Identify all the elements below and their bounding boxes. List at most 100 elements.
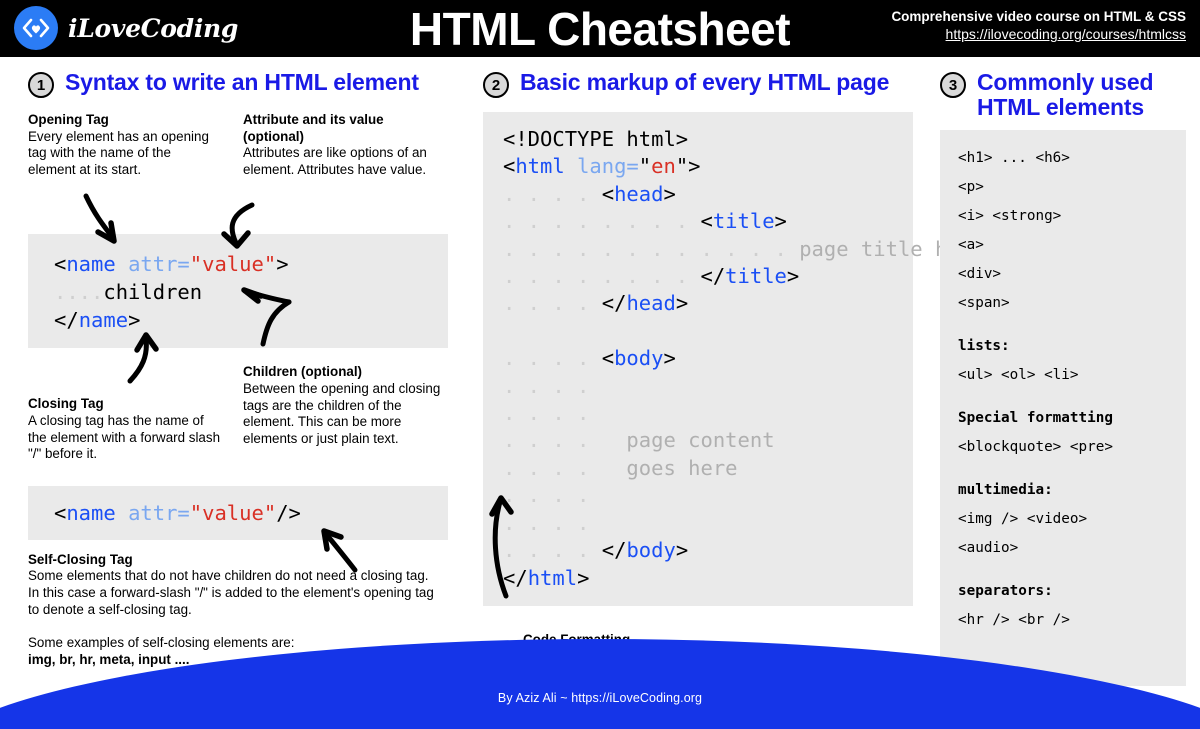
tag-name: name xyxy=(78,308,129,333)
note-heading: Closing Tag xyxy=(28,396,104,412)
note-opening-tag: Opening Tag Every element has an opening… xyxy=(28,112,221,178)
indent-dots: . . . . . . . . xyxy=(503,209,701,234)
indent-dots: . . . . . . . . xyxy=(503,264,701,289)
section-number-badge: 3 xyxy=(940,72,966,98)
promo-link[interactable]: https://ilovecoding.org/courses/htmlcss xyxy=(891,25,1186,44)
code-text: > xyxy=(577,565,590,590)
code-line: . . . . <head> xyxy=(503,182,676,206)
code-text: < xyxy=(503,154,516,179)
element-entry: <a> xyxy=(958,237,984,253)
indent-dots: . . . . xyxy=(503,455,602,480)
section-1-header: 1 Syntax to write an HTML element xyxy=(28,70,448,98)
element-entry: multimedia: xyxy=(958,482,1053,498)
tag-name: name xyxy=(66,500,116,525)
element-entry: <p> xyxy=(958,179,984,195)
angle-open: < xyxy=(54,252,67,277)
cheatsheet-page: iLoveCoding HTML Cheatsheet Comprehensiv… xyxy=(0,0,1200,729)
indent-dots: . . . . xyxy=(503,538,602,563)
code-block-self-closing: <name attr="value"/> xyxy=(28,485,448,540)
section-1-title: Syntax to write an HTML element xyxy=(65,69,419,95)
quote-open: " xyxy=(189,252,203,277)
section-1-bottom-notes: Closing Tag A closing tag has the name o… xyxy=(28,364,448,462)
code-line: <name attr="value"/> xyxy=(54,501,301,525)
indent-dots: . . . . xyxy=(503,428,602,453)
note-heading: Attribute and its value (optional) xyxy=(243,112,384,144)
quote-close: " xyxy=(263,252,277,277)
tag-name: title xyxy=(725,264,787,289)
quote-close: " xyxy=(263,500,277,525)
element-entry: Special formatting xyxy=(958,410,1113,426)
element-entry: separators: xyxy=(958,583,1053,599)
code-text: > xyxy=(675,291,689,316)
page-header: iLoveCoding HTML Cheatsheet Comprehensiv… xyxy=(0,0,1200,57)
code-block-element-syntax: <name attr="value"> ....children </name> xyxy=(28,234,448,349)
code-text: </ xyxy=(700,264,726,289)
code-text: < xyxy=(700,209,713,234)
indent-dots: . . . . . . . . . . . . xyxy=(503,236,800,261)
indent-dots: .... xyxy=(54,280,104,305)
section-1-top-notes: Opening Tag Every element has an opening… xyxy=(28,112,448,178)
attribute-value: en xyxy=(651,154,676,179)
quote-open: " xyxy=(189,500,203,525)
element-entry: <img /> <video> xyxy=(958,511,1088,527)
note-body: Attributes are like options of an elemen… xyxy=(243,145,427,177)
section-number-badge: 1 xyxy=(28,72,54,98)
note-children: Children (optional) Between the opening … xyxy=(243,364,448,462)
code-text: </ xyxy=(503,565,528,590)
attribute-name: attr= xyxy=(128,500,190,525)
code-line: . . . . . . . . </title> xyxy=(503,264,799,288)
code-line: . . . . xyxy=(503,374,602,398)
code-line: </name> xyxy=(54,308,140,332)
code-text: < xyxy=(601,181,615,206)
code-line: . . . . . . . . . . . . page title here xyxy=(503,237,984,261)
note-heading: Children (optional) xyxy=(243,364,363,380)
section-2-title: Basic markup of every HTML page xyxy=(520,69,890,95)
code-text: > xyxy=(774,209,787,234)
indent-dots: . . . . xyxy=(503,346,602,371)
code-text: > xyxy=(675,538,689,563)
code-line: . . . . <body> xyxy=(503,346,676,370)
indent-dots: . . . . xyxy=(503,510,602,535)
angle-open: < xyxy=(54,500,67,525)
code-block-page-skeleton: <!DOCTYPE html> <html lang="en"> . . . .… xyxy=(483,112,984,606)
section-2: 2 Basic markup of every HTML page <!DOCT… xyxy=(483,70,984,698)
attribute-value: value xyxy=(202,500,264,525)
tag-name: head xyxy=(614,181,664,206)
note-body: Between the opening and closing tags are… xyxy=(243,380,441,446)
code-text: " xyxy=(675,154,689,179)
section-2-header: 2 Basic markup of every HTML page xyxy=(483,70,913,98)
indent-dots: . . . . xyxy=(503,483,602,508)
note-body: A closing tag has the name of the elemen… xyxy=(28,412,221,462)
tag-name: html xyxy=(515,154,565,179)
note-heading: Self-Closing Tag xyxy=(28,551,133,567)
section-3-title: Commonly used HTML elements xyxy=(977,69,1154,120)
code-line: . . . . xyxy=(503,401,602,425)
tag-name: head xyxy=(626,291,676,316)
code-line: . . . . xyxy=(503,511,602,535)
code-line: <!DOCTYPE html> xyxy=(503,127,688,151)
code-line: . . . . page content xyxy=(503,428,775,452)
placeholder-text: page content xyxy=(601,428,775,453)
element-entry: <blockquote> <pre> xyxy=(958,439,1113,455)
section-1: 1 Syntax to write an HTML element Openin… xyxy=(28,70,448,668)
element-entry: <audio> xyxy=(958,540,1019,556)
angle-close: > xyxy=(128,308,141,333)
angle-close: > xyxy=(276,252,289,277)
code-line: </html> xyxy=(503,566,589,590)
element-entry: <span> xyxy=(958,295,1010,311)
children-text: children xyxy=(103,280,203,305)
element-entry: <ul> <ol> <li> xyxy=(958,367,1079,383)
tag-name: title xyxy=(712,209,775,234)
code-line: . . . . goes here xyxy=(503,456,738,480)
code-text: " xyxy=(638,154,652,179)
code-text: > xyxy=(688,154,701,179)
section-number-badge: 2 xyxy=(483,72,509,98)
code-text: <!DOCTYPE html> xyxy=(503,127,689,151)
note-heading: Opening Tag xyxy=(28,112,109,127)
note-body: Some elements that do not have children … xyxy=(28,568,434,617)
attribute-name: lang= xyxy=(577,154,639,179)
